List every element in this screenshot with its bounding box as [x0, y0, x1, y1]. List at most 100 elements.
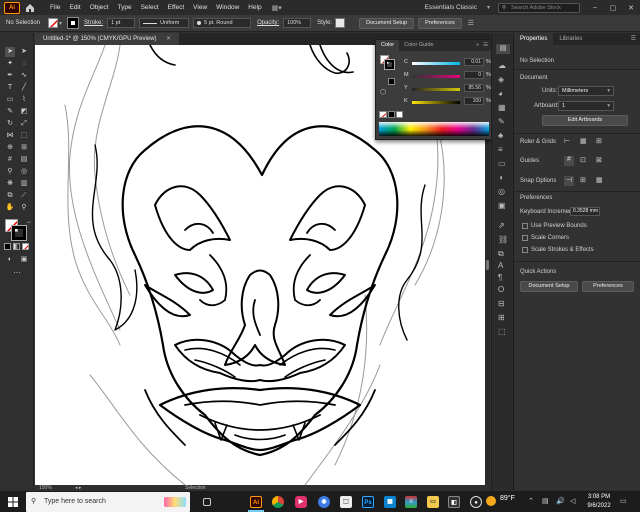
lock-guides-icon[interactable]: ⊡ — [580, 156, 590, 166]
brush-definition[interactable]: 5 pt. Round — [193, 18, 252, 28]
menu-edit[interactable]: Edit — [69, 4, 80, 11]
magenta-value[interactable]: 0 — [464, 71, 484, 79]
direct-selection-tool-icon[interactable]: ➤ — [19, 47, 29, 57]
stroke-weight-field[interactable]: 1 pt — [107, 18, 136, 28]
draw-mode-icon[interactable]: ◐ — [5, 255, 15, 265]
rotate-tool-icon[interactable]: ↻ — [5, 119, 15, 129]
blend-tool-icon[interactable]: ◎ — [19, 167, 29, 177]
network-icon[interactable]: ▤ — [542, 497, 549, 505]
show-guides-icon[interactable]: # — [564, 156, 574, 166]
pen-tool-icon[interactable]: ✒ — [5, 71, 15, 81]
opentype-icon[interactable]: O — [498, 285, 504, 294]
swap-fill-stroke-icon[interactable]: ↔ — [24, 217, 34, 227]
character-icon[interactable]: A — [498, 261, 503, 270]
selection-tool-icon[interactable]: ➤ — [5, 47, 15, 57]
symbol-sprayer-tool-icon[interactable]: ❋ — [5, 179, 15, 189]
windows-start-icon[interactable] — [8, 497, 18, 507]
menu-view[interactable]: View — [193, 4, 207, 11]
artboards-panel-icon[interactable]: ⧉ — [498, 249, 504, 259]
menu-effect[interactable]: Effect — [168, 4, 185, 11]
scale-strokes-checkbox[interactable] — [522, 247, 528, 253]
qa-preferences-button[interactable]: Preferences — [582, 281, 634, 292]
app-icon-dark[interactable]: ◧ — [448, 496, 460, 508]
column-graph-tool-icon[interactable]: ▥ — [19, 179, 29, 189]
slider-magenta[interactable]: M 0 % — [404, 71, 491, 80]
yellow-track[interactable] — [412, 88, 460, 91]
file-explorer-icon[interactable]: ▭ — [427, 496, 439, 508]
scale-corners-checkbox[interactable] — [522, 235, 528, 241]
slider-black[interactable]: K 100 % — [404, 97, 491, 106]
properties-menu-icon[interactable]: ☰ — [631, 33, 640, 45]
magic-wand-tool-icon[interactable]: ✦ — [5, 59, 15, 69]
slider-yellow[interactable]: Y 85.56 % — [404, 84, 491, 93]
tray-chevron-icon[interactable]: ⌃ — [528, 497, 534, 505]
pathfinder-icon[interactable]: ⊞ — [498, 313, 505, 322]
home-icon[interactable] — [24, 2, 36, 14]
notifications-icon[interactable]: ▭ — [620, 497, 627, 505]
align-icon[interactable]: ⊟ — [498, 299, 505, 308]
workspace-switcher[interactable]: Essentials Classic — [425, 4, 477, 11]
export-icon[interactable]: ⇗ — [498, 221, 505, 230]
cyan-value[interactable]: 0.01 — [464, 58, 484, 66]
perspective-grid-tool-icon[interactable]: ⊞ — [19, 143, 29, 153]
app-icon-white[interactable]: ⬚ — [340, 496, 352, 508]
system-clock[interactable]: 3:08 PM 9/6/2022 — [584, 493, 614, 511]
hand-tool-icon[interactable]: ✋ — [5, 203, 15, 213]
brushes-icon[interactable]: ✎ — [498, 117, 505, 126]
adobe-stock-search[interactable]: ⚲ Search Adobe Stock — [498, 2, 580, 13]
eraser-tool-icon[interactable]: ◩ — [19, 107, 29, 117]
smart-guides-icon[interactable]: ⊠ — [596, 156, 606, 166]
menu-file[interactable]: File — [50, 4, 60, 11]
fill-dropdown-icon[interactable]: ▾ — [59, 20, 62, 27]
snap-to-point-icon[interactable]: ⊣ — [564, 176, 574, 186]
libraries-icon[interactable]: ☁ — [498, 61, 506, 70]
free-transform-tool-icon[interactable]: ⬚ — [19, 131, 29, 141]
pixel-grid-icon[interactable]: ⊞ — [596, 137, 606, 147]
illustrator-taskbar-icon[interactable]: Ai — [250, 496, 262, 508]
menu-help[interactable]: Help — [248, 4, 261, 11]
obs-icon[interactable]: ● — [470, 496, 482, 508]
menu-window[interactable]: Window — [216, 4, 239, 11]
paintbrush-tool-icon[interactable]: ⌇ — [19, 95, 29, 105]
cyan-track[interactable] — [412, 62, 460, 65]
shaper-tool-icon[interactable]: ✎ — [5, 107, 15, 117]
cube-icon[interactable]: ⬡ — [380, 88, 386, 96]
swatches-icon[interactable]: ▦ — [498, 103, 506, 112]
preferences-button[interactable]: Preferences — [418, 17, 462, 29]
color-icon[interactable]: ◕ — [498, 89, 503, 98]
transform-icon[interactable]: ⬚ — [498, 327, 506, 336]
line-tool-icon[interactable]: ╱ — [19, 83, 29, 93]
app-icon-blue[interactable]: ◉ — [318, 496, 330, 508]
opacity-field[interactable]: 100% — [283, 18, 312, 28]
slice-tool-icon[interactable]: ⟋ — [19, 191, 29, 201]
tab-color-guide[interactable]: Color Guide — [399, 40, 438, 51]
shape-builder-tool-icon[interactable]: ⊕ — [5, 143, 15, 153]
appearance-icon[interactable]: ◎ — [498, 187, 505, 196]
snap-to-grid-icon[interactable]: ⊞ — [580, 176, 590, 186]
scrollbar-thumb[interactable] — [486, 260, 489, 270]
snap-to-pixel-icon[interactable]: ▦ — [596, 176, 606, 186]
graphic-styles-icon[interactable]: ▣ — [498, 201, 506, 210]
photoshop-icon[interactable]: Ps — [362, 496, 374, 508]
gradient-panel-icon[interactable]: ▭ — [498, 159, 506, 168]
menu-type[interactable]: Type — [117, 4, 131, 11]
tab-properties[interactable]: Properties — [514, 33, 554, 45]
volume-icon[interactable]: 🔊 — [556, 497, 565, 505]
winrar-icon[interactable]: ≡ — [405, 496, 417, 508]
tab-color[interactable]: Color — [376, 40, 400, 51]
screen-mode-icon[interactable]: ▣ — [19, 255, 29, 265]
units-dropdown[interactable]: Millimeters ▾ — [558, 86, 614, 96]
minimize-icon[interactable]: – — [586, 4, 604, 11]
type-tool-icon[interactable]: T — [5, 83, 15, 93]
maximize-icon[interactable]: ▢ — [604, 4, 622, 12]
gradient-mode-button[interactable] — [13, 243, 20, 250]
style-swatch[interactable] — [335, 18, 346, 28]
color-stroke-swatch[interactable] — [384, 59, 395, 70]
edit-toolbar-icon[interactable]: ⋯ — [12, 269, 22, 279]
fill-swatch-icon[interactable] — [48, 18, 59, 28]
mesh-tool-icon[interactable]: # — [5, 155, 15, 165]
workspace-chevron-icon[interactable]: ▾ — [487, 4, 490, 11]
stroke-swatch-icon[interactable] — [67, 17, 80, 29]
menu-object[interactable]: Object — [90, 4, 109, 11]
chrome-icon[interactable] — [272, 496, 284, 508]
